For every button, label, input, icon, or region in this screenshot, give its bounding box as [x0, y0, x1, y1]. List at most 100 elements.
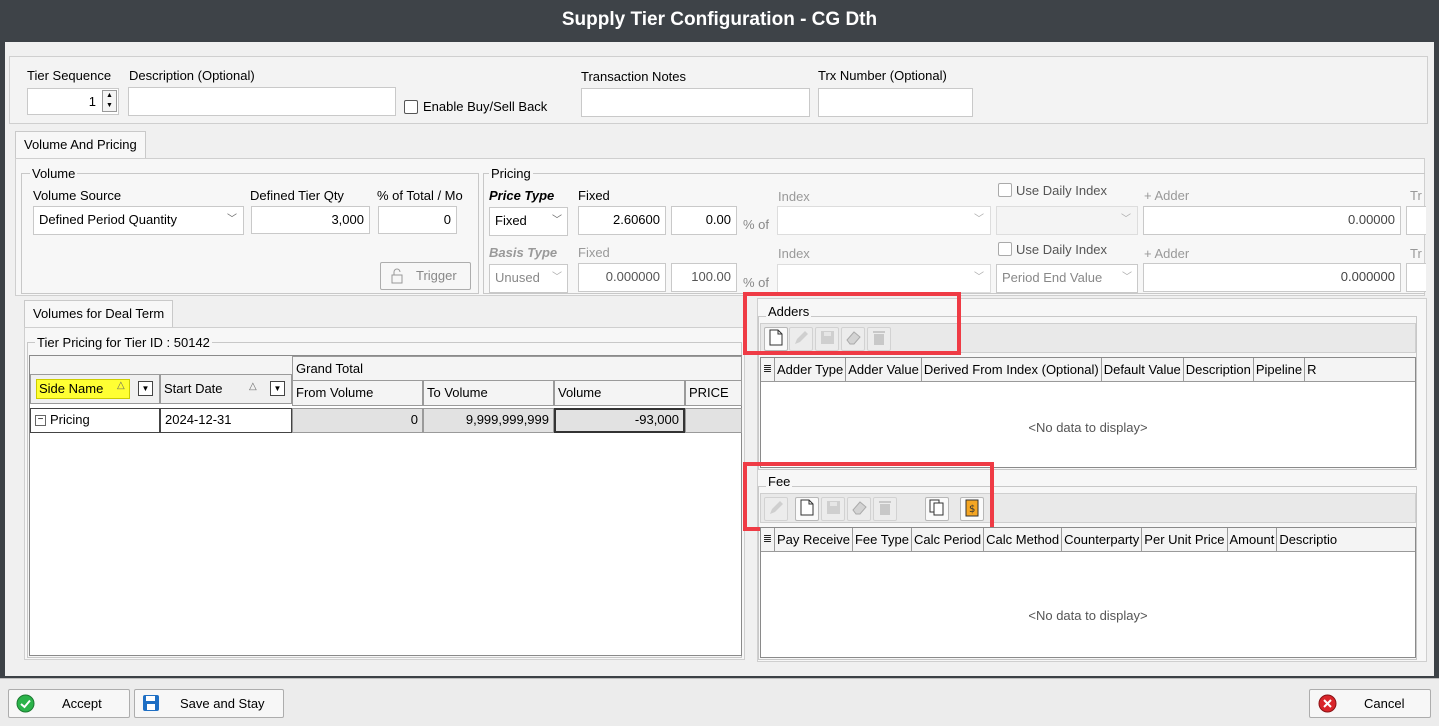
pct-total-input[interactable]: 0: [378, 206, 457, 234]
defined-tier-qty-label: Defined Tier Qty: [250, 188, 344, 203]
dialog-footer: Accept Save and Stay Cancel: [0, 678, 1439, 726]
adders-col-adder-value[interactable]: Adder Value: [846, 358, 922, 381]
chevron-down-icon: ﹀: [552, 272, 562, 283]
adders-col-default-value[interactable]: Default Value: [1102, 358, 1184, 381]
collapse-icon[interactable]: −: [35, 415, 46, 427]
adders-col-r[interactable]: R: [1305, 358, 1318, 381]
table-row-price[interactable]: [685, 408, 742, 433]
fee-col-amount[interactable]: Amount: [1228, 528, 1278, 551]
basis-use-daily-index-checkbox[interactable]: [998, 242, 1012, 256]
tab-volumes-for-deal-term[interactable]: Volumes for Deal Term: [24, 300, 174, 328]
fee-col-per-unit-price[interactable]: Per Unit Price: [1142, 528, 1228, 551]
basis-daily-select[interactable]: Period End Value ﹀: [996, 264, 1138, 293]
fee-col-description[interactable]: Descriptio: [1277, 528, 1339, 551]
start-date-column-header[interactable]: Start Date △ ▼: [160, 374, 292, 404]
price-fixed-label: Fixed: [578, 188, 610, 203]
adders-col-adder-type[interactable]: Adder Type: [775, 358, 847, 381]
basis-pct-of-label: % of: [743, 275, 770, 290]
from-volume-column-header[interactable]: From Volume: [292, 380, 423, 406]
price-type-select[interactable]: Fixed ﹀: [489, 207, 568, 236]
enable-buy-sell-checkbox[interactable]: [404, 100, 418, 114]
window-title: Supply Tier Configuration - CG Dth: [0, 0, 1439, 40]
fee-col-calc-method[interactable]: Calc Method: [984, 528, 1063, 551]
filter-dropdown-icon[interactable]: ▼: [138, 381, 153, 396]
side-name-header-label: Side Name: [36, 379, 130, 399]
basis-adder-label: + Adder: [1144, 246, 1190, 261]
price-index-label: Index: [778, 189, 810, 204]
tab-volume-and-pricing[interactable]: Volume And Pricing: [15, 131, 146, 159]
volume-source-select[interactable]: Defined Period Quantity ﹀: [33, 206, 244, 235]
basis-pct-input[interactable]: 100.00: [671, 263, 737, 292]
chevron-down-icon: ﹀: [552, 215, 562, 226]
trx-number-input[interactable]: [818, 88, 973, 117]
adders-toolbar-highlight: [743, 292, 961, 355]
pricing-group-label: Pricing: [489, 166, 533, 181]
basis-fixed-label: Fixed: [578, 245, 610, 260]
table-row-from-volume[interactable]: 0: [292, 408, 423, 433]
basis-fixed-input[interactable]: 0.000000: [578, 263, 666, 292]
transaction-notes-label: Transaction Notes: [581, 69, 687, 84]
transaction-notes-input[interactable]: [581, 88, 810, 117]
price-pct-of-label: % of: [743, 217, 770, 232]
chevron-down-icon: ﹀: [1122, 272, 1132, 283]
basis-index-select[interactable]: ﹀: [777, 264, 991, 293]
tier-sequence-spinner[interactable]: ▲ ▼: [102, 90, 117, 112]
fee-col-fee-type[interactable]: Fee Type: [853, 528, 912, 551]
price-daily-select[interactable]: ﹀: [996, 206, 1138, 235]
chevron-down-icon: ﹀: [1121, 214, 1131, 225]
basis-type-select[interactable]: Unused ﹀: [489, 264, 568, 293]
adders-col-description[interactable]: Description: [1184, 358, 1254, 381]
price-pct-input[interactable]: 0.00: [671, 206, 737, 235]
table-row-volume[interactable]: -93,000: [554, 408, 685, 433]
fee-toolbar-highlight: [743, 462, 994, 531]
price-adder-input[interactable]: 0.00000: [1143, 206, 1401, 235]
chevron-down-icon: ﹀: [974, 272, 984, 283]
fee-col-counterparty[interactable]: Counterparty: [1062, 528, 1143, 551]
table-row-side-name[interactable]: − Pricing: [30, 408, 160, 433]
price-column-header[interactable]: PRICE: [685, 380, 742, 406]
column-chooser-icon[interactable]: ≣: [761, 528, 775, 552]
basis-type-label: Basis Type: [489, 245, 558, 260]
description-input[interactable]: [128, 87, 396, 116]
price-tr-input[interactable]: [1406, 206, 1426, 235]
accept-button[interactable]: Accept: [8, 689, 130, 718]
fee-col-pay-receive[interactable]: Pay Receive: [775, 528, 853, 551]
price-adder-label: + Adder: [1144, 188, 1190, 203]
fee-col-calc-period[interactable]: Calc Period: [912, 528, 985, 551]
save-and-stay-button[interactable]: Save and Stay: [134, 689, 284, 718]
to-volume-column-header[interactable]: To Volume: [423, 380, 554, 406]
volume-column-header[interactable]: Volume: [554, 380, 685, 406]
basis-tr-input[interactable]: [1406, 263, 1426, 292]
trx-number-label: Trx Number (Optional): [818, 68, 947, 83]
price-index-select[interactable]: ﹀: [777, 206, 991, 235]
price-type-label: Price Type: [489, 188, 555, 203]
chevron-down-icon: ﹀: [974, 214, 984, 225]
trigger-button[interactable]: Trigger: [380, 262, 471, 290]
basis-use-daily-index-label: Use Daily Index: [1016, 242, 1108, 257]
start-date-header-label: Start Date: [164, 381, 223, 396]
adders-col-pipeline[interactable]: Pipeline: [1254, 358, 1306, 381]
tier-sequence-label: Tier Sequence: [27, 68, 112, 83]
use-daily-index-checkbox[interactable]: [998, 183, 1012, 197]
filter-dropdown-icon[interactable]: ▼: [270, 381, 285, 396]
side-name-column-header[interactable]: Side Name △ ▼: [30, 374, 160, 404]
dialog-client: Tier Sequence 1 ▲ ▼ Description (Optional…: [5, 42, 1434, 676]
pct-total-label: % of Total / Mo: [377, 188, 463, 203]
description-label: Description (Optional): [129, 68, 255, 83]
column-chooser-icon[interactable]: ≣: [761, 358, 775, 382]
lock-icon: [390, 268, 404, 284]
basis-adder-input[interactable]: 0.000000: [1143, 263, 1401, 292]
grand-total-band: Grand Total: [292, 356, 742, 381]
cancel-button[interactable]: Cancel: [1309, 689, 1431, 718]
volume-group-label: Volume: [30, 166, 78, 181]
fee-grid: ≣ Pay Receive Fee Type Calc Period Calc Meth…: [760, 527, 1416, 658]
fee-empty-message: <No data to display>: [1028, 608, 1148, 623]
adders-col-derived-index[interactable]: Derived From Index (Optional): [922, 358, 1102, 381]
chevron-down-icon: ﹀: [227, 214, 237, 225]
table-row-to-volume[interactable]: 9,999,999,999: [423, 408, 554, 433]
defined-tier-qty-input[interactable]: 3,000: [251, 206, 370, 234]
table-row-start-date[interactable]: 2024-12-31: [160, 408, 292, 433]
save-icon: [142, 694, 160, 715]
price-fixed-input[interactable]: 2.60600: [578, 206, 666, 235]
sort-up-icon: △: [249, 381, 257, 392]
